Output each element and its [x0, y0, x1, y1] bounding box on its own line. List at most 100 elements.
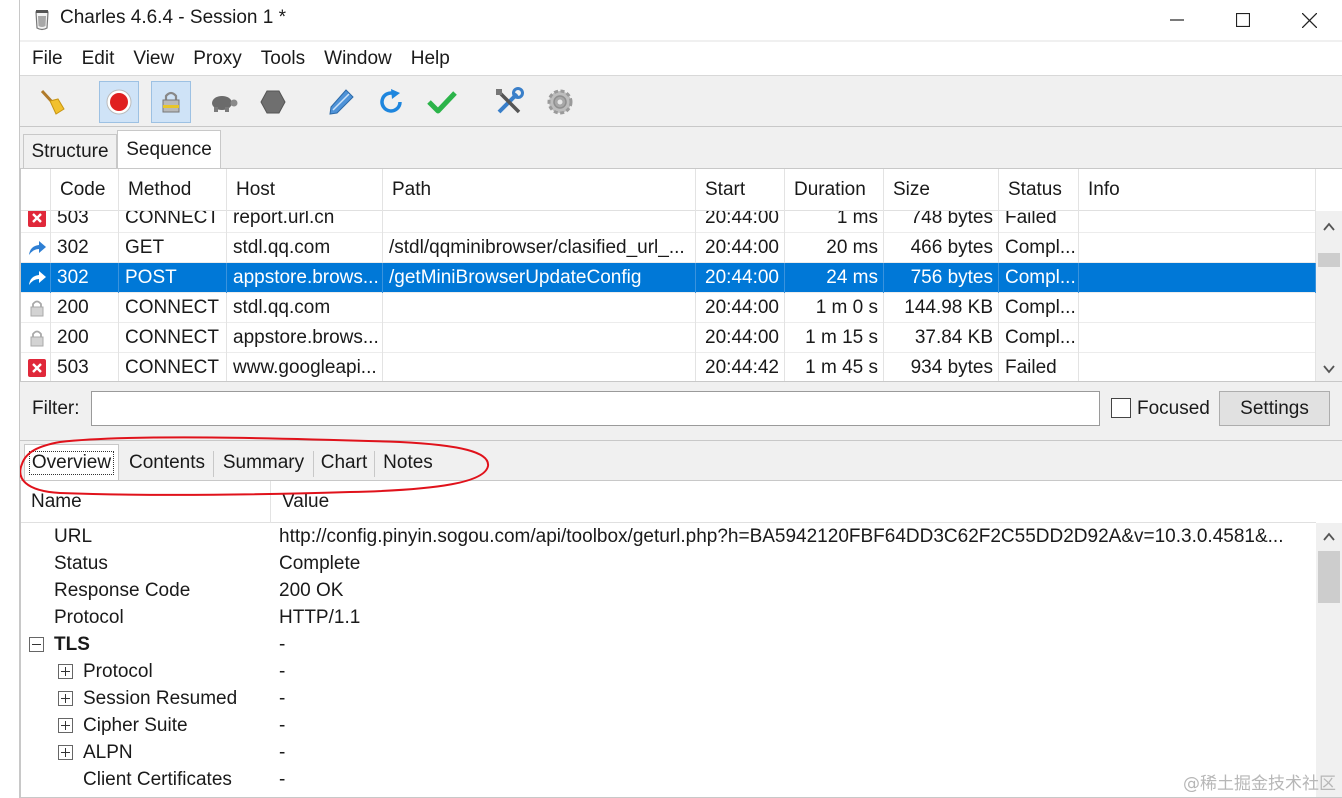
column-value[interactable]: Value: [272, 481, 1316, 523]
menu-edit[interactable]: Edit: [82, 48, 124, 70]
tab-structure[interactable]: Structure: [23, 134, 117, 168]
close-button[interactable]: [1276, 0, 1342, 40]
close-icon: [1301, 12, 1317, 28]
column-method[interactable]: Method: [119, 169, 227, 211]
column-code[interactable]: Code: [51, 169, 119, 211]
table-row[interactable]: 302 POST appstore.brows.../getMiniBrowserU…: [21, 263, 1316, 293]
overview-value: Complete: [279, 552, 361, 574]
tab-chart[interactable]: Chart: [314, 447, 374, 479]
column-icon[interactable]: [21, 169, 51, 211]
tab-sequence[interactable]: Sequence: [117, 130, 221, 168]
table-row[interactable]: 200 CONNECT appstore.brows... 20:44:00 1 m 1…: [21, 323, 1316, 353]
record-icon: [106, 89, 132, 115]
detail-tabs: Overview Contents Summary Chart Notes: [20, 440, 1342, 480]
overview-row[interactable]: Protocol HTTP/1.1: [21, 604, 1316, 631]
tab-notes[interactable]: Notes: [375, 447, 441, 479]
settings-toolbar-button[interactable]: [540, 81, 580, 123]
overview-name: Status: [54, 552, 108, 574]
redirect-icon: [29, 241, 46, 255]
overview-scrollbar[interactable]: [1316, 523, 1342, 797]
clear-session-button[interactable]: [32, 81, 72, 123]
column-info[interactable]: Info: [1079, 169, 1316, 211]
title-bar: Charles 4.6.4 - Session 1 *: [20, 0, 1342, 40]
focused-checkbox[interactable]: [1111, 398, 1131, 418]
overview-row[interactable]: Response Code 200 OK: [21, 577, 1316, 604]
scroll-up-icon[interactable]: [1321, 219, 1337, 235]
cell-icon: [21, 233, 51, 263]
overview-scrollbar-thumb[interactable]: [1318, 551, 1340, 603]
tools-icon: [496, 87, 524, 114]
tab-overview[interactable]: Overview: [24, 444, 119, 480]
overview-row[interactable]: TLS -: [21, 631, 1316, 658]
column-duration[interactable]: Duration: [785, 169, 884, 211]
cell-code: 302: [51, 233, 119, 263]
column-status[interactable]: Status: [999, 169, 1079, 211]
minimize-button[interactable]: [1144, 0, 1210, 40]
cell-host: appstore.brows...: [227, 263, 383, 293]
overview-row[interactable]: Protocol -: [21, 658, 1316, 685]
column-host[interactable]: Host: [227, 169, 383, 211]
menu-proxy[interactable]: Proxy: [193, 48, 251, 70]
tab-chart-label: Chart: [320, 452, 368, 473]
menu-view[interactable]: View: [133, 48, 183, 70]
tab-structure-label: Structure: [31, 140, 109, 162]
expand-icon[interactable]: [58, 664, 73, 679]
expand-icon[interactable]: [58, 745, 73, 760]
repeat-button[interactable]: [371, 81, 411, 123]
menu-window[interactable]: Window: [324, 48, 401, 70]
expand-icon[interactable]: [58, 691, 73, 706]
scroll-up-icon[interactable]: [1321, 529, 1337, 545]
cell-size: 934 bytes: [884, 353, 999, 381]
compose-button[interactable]: [321, 81, 361, 123]
menu-help[interactable]: Help: [411, 48, 459, 70]
overview-row[interactable]: Client Certificates -: [21, 766, 1316, 793]
column-size[interactable]: Size: [884, 169, 999, 211]
cell-start: 20:44:00: [696, 233, 785, 263]
record-button[interactable]: [99, 81, 139, 123]
throttling-button[interactable]: [203, 81, 243, 123]
tools-button[interactable]: [489, 81, 529, 123]
overview-row[interactable]: ALPN -: [21, 739, 1316, 766]
overview-row[interactable]: URL http://config.pinyin.sogou.com/api/to…: [21, 523, 1316, 550]
menu-file[interactable]: File: [32, 48, 72, 70]
collapse-icon[interactable]: [29, 637, 44, 652]
cell-path: [383, 323, 696, 353]
tab-contents[interactable]: Contents: [121, 447, 213, 479]
overview-name: ALPN: [83, 741, 133, 763]
filter-input[interactable]: [91, 391, 1100, 426]
minimize-icon: [1170, 19, 1184, 21]
menu-bar: File Edit View Proxy Tools Window Help: [20, 42, 1342, 76]
tab-summary[interactable]: Summary: [214, 447, 313, 479]
overview-value: 200 OK: [279, 579, 344, 601]
scroll-down-icon[interactable]: [1321, 361, 1337, 377]
broom-icon: [40, 89, 65, 115]
table-scrollbar[interactable]: [1316, 211, 1342, 381]
overview-name: TLS: [54, 633, 90, 655]
table-scrollbar-thumb[interactable]: [1318, 253, 1340, 267]
maximize-button[interactable]: [1210, 0, 1276, 40]
cell-icon: [21, 293, 51, 323]
table-row[interactable]: 200 CONNECT stdl.qq.com 20:44:00 1 m 0 s 144.…: [21, 293, 1316, 323]
breakpoints-button[interactable]: [253, 81, 293, 123]
validate-button[interactable]: [422, 81, 462, 123]
tab-overview-label: Overview: [28, 450, 115, 475]
overview-row[interactable]: Cipher Suite -: [21, 712, 1316, 739]
filter-settings-button[interactable]: Settings: [1219, 391, 1330, 426]
column-name[interactable]: Name: [21, 481, 271, 523]
overview-row[interactable]: Status Complete: [21, 550, 1316, 577]
overview-row[interactable]: Session Resumed -: [21, 685, 1316, 712]
column-start[interactable]: Start: [696, 169, 785, 211]
cell-start: 20:44:00: [696, 323, 785, 353]
view-tabs: Structure Sequence: [20, 128, 1342, 168]
table-row[interactable]: 503 CONNECT www.googleapi... 20:44:42 1 m 45…: [21, 353, 1316, 381]
tab-sequence-label: Sequence: [126, 138, 212, 160]
menu-tools[interactable]: Tools: [261, 48, 314, 70]
table-row[interactable]: 302 GET stdl.qq.com/stdl/qqminibrowser/cla…: [21, 233, 1316, 263]
column-path[interactable]: Path: [383, 169, 696, 211]
cell-duration: 1 m 45 s: [785, 353, 884, 381]
ssl-proxying-button[interactable]: [151, 81, 191, 123]
focused-label[interactable]: Focused: [1137, 398, 1210, 420]
expand-icon[interactable]: [58, 718, 73, 733]
cell-path: [383, 293, 696, 323]
cell-status: Failed: [999, 353, 1079, 381]
